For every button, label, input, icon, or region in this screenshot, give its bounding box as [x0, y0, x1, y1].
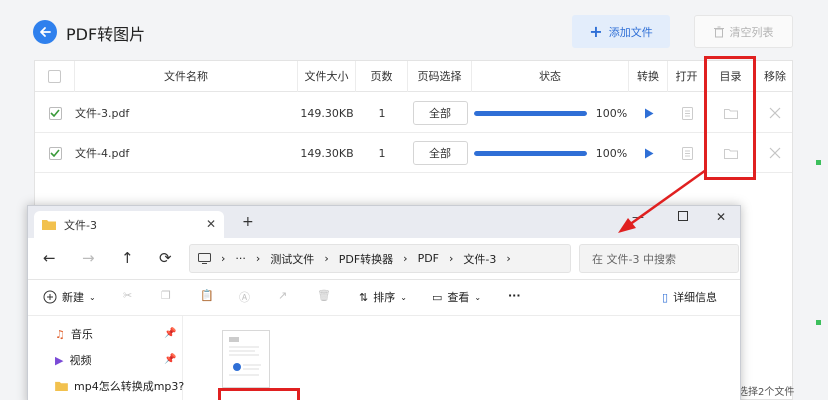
annotation-arrow — [618, 168, 707, 233]
